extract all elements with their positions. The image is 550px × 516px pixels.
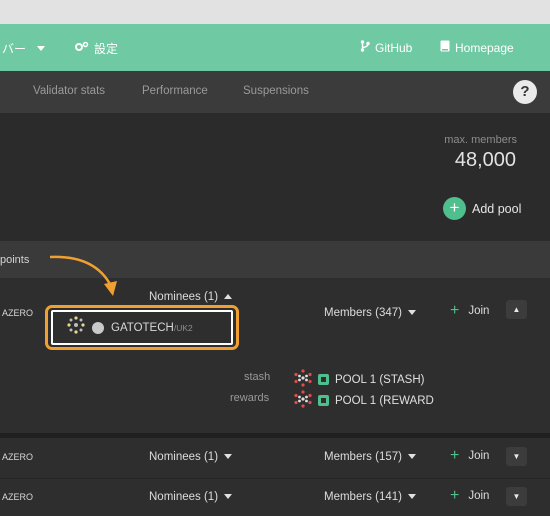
- pointer-arrow-icon: [49, 255, 117, 296]
- page: バー 設定 GitHub Homepage Validator stats Pe…: [0, 0, 550, 516]
